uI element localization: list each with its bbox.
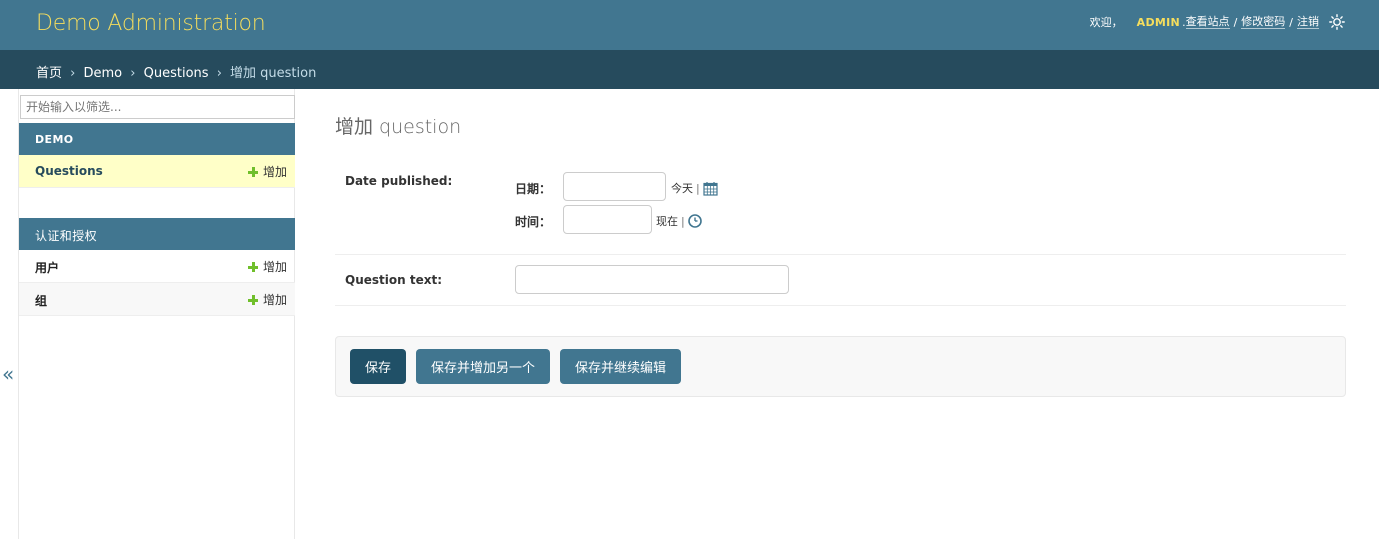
app-demo: DEMO Questions 增加 — [19, 123, 295, 188]
save-and-add-another-button[interactable]: 保存并增加另一个 — [416, 349, 551, 384]
question-text-input[interactable] — [515, 265, 789, 294]
page-title: 增加 question — [335, 116, 462, 138]
pipe-separator: | — [681, 214, 685, 228]
add-user-link[interactable]: 增加 — [247, 258, 287, 275]
separator: / — [1289, 15, 1293, 29]
add-label: 增加 — [262, 260, 287, 274]
user-tools: 欢迎， ADMIN . 查看站点 / 修改密码 / 注销 — [1090, 14, 1345, 30]
time-input[interactable] — [563, 205, 652, 234]
date-label: 日期： — [515, 182, 552, 196]
plus-icon — [247, 294, 258, 305]
add-question-link[interactable]: 增加 — [247, 163, 287, 180]
submit-row: 保存 保存并增加另一个 保存并继续编辑 — [335, 336, 1346, 397]
date-shortcuts: 今天 | — [671, 180, 718, 196]
date-input[interactable] — [563, 172, 666, 201]
add-label: 增加 — [262, 165, 287, 179]
breadcrumb: 首页 › Demo › Questions › 增加 question — [0, 50, 1379, 89]
breadcrumb-current: 增加 question — [230, 66, 317, 81]
time-label: 时间： — [515, 215, 552, 229]
sidebar-item-groups[interactable]: 组 增加 — [19, 283, 295, 316]
view-site-link[interactable]: 查看站点 — [1185, 15, 1230, 29]
breadcrumb-arrow: › — [70, 66, 76, 81]
nav-filter-input[interactable] — [20, 95, 295, 119]
site-branding[interactable]: Demo Administration — [36, 11, 266, 36]
add-label: 增加 — [262, 293, 287, 307]
header: Demo Administration 欢迎， ADMIN . 查看站点 / 修… — [0, 0, 1379, 50]
form-row-date-published: Date published: 日期： 今天 | 时间： 现在 | — [335, 155, 1346, 255]
question-text-label: Question text: — [345, 273, 442, 287]
app-auth: 认证和授权 用户 增加 组 增加 — [19, 218, 295, 316]
sidebar-item-questions[interactable]: Questions 增加 — [19, 155, 295, 188]
app-caption-demo[interactable]: DEMO — [19, 123, 295, 155]
calendar-icon[interactable] — [703, 181, 718, 196]
now-link[interactable]: 现在 — [656, 213, 678, 229]
change-password-link[interactable]: 修改密码 — [1241, 15, 1286, 29]
add-group-link[interactable]: 增加 — [247, 291, 287, 308]
breadcrumb-model[interactable]: Questions — [144, 66, 209, 81]
breadcrumb-home[interactable]: 首页 — [36, 66, 62, 81]
today-link[interactable]: 今天 — [671, 180, 693, 196]
form-row-question-text: Question text: — [335, 255, 1346, 306]
username: ADMIN — [1136, 15, 1181, 29]
breadcrumb-arrow: › — [130, 66, 136, 81]
pipe-separator: | — [696, 181, 700, 195]
app-caption-auth[interactable]: 认证和授权 — [19, 218, 295, 250]
plus-icon — [247, 261, 258, 272]
separator: / — [1233, 15, 1238, 29]
welcome-text: 欢迎， — [1089, 16, 1123, 29]
save-button[interactable]: 保存 — [350, 349, 407, 384]
sidebar-item-users[interactable]: 用户 增加 — [19, 250, 295, 283]
sidebar-item-label[interactable]: 组 — [35, 294, 47, 308]
time-shortcuts: 现在 | — [656, 213, 702, 229]
breadcrumb-app[interactable]: Demo — [84, 66, 123, 81]
logout-link[interactable]: 注销 — [1297, 15, 1319, 29]
toggle-sidebar-button[interactable]: « — [2, 362, 14, 386]
breadcrumb-arrow: › — [216, 66, 222, 81]
save-and-continue-button[interactable]: 保存并继续编辑 — [560, 349, 682, 384]
sidebar-item-label[interactable]: Questions — [35, 164, 103, 178]
sun-icon[interactable] — [1329, 14, 1345, 30]
sidebar-item-label[interactable]: 用户 — [35, 261, 59, 275]
plus-icon — [247, 166, 258, 177]
nav-sidebar: DEMO Questions 增加 认证和授权 用户 增加 组 增加 — [18, 89, 295, 539]
clock-icon[interactable] — [687, 214, 702, 228]
date-published-label: Date published: — [345, 174, 453, 188]
